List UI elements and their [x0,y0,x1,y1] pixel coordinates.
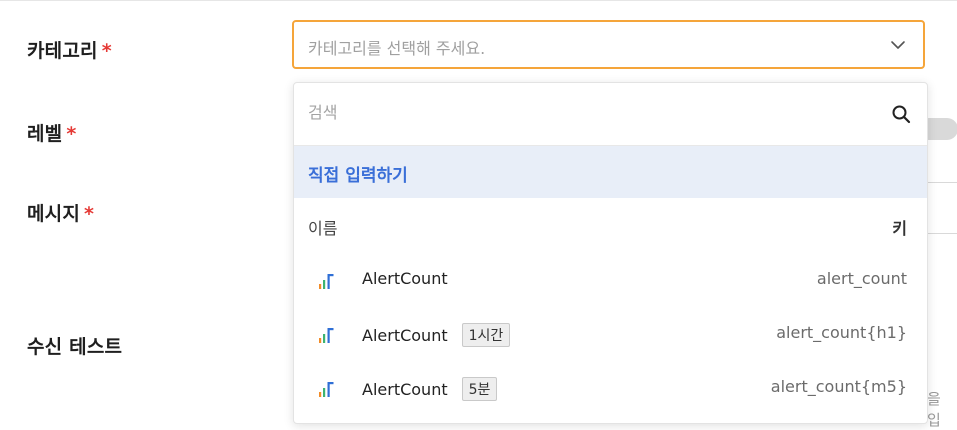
message-label-text: 메시지 [27,203,81,225]
header-name: 이름 [308,219,338,238]
background-partial-text: 을 입 [927,390,941,429]
category-select[interactable]: 카테고리를 선택해 주세요. [292,20,925,69]
list-item[interactable]: AlertCount alert_count [294,254,927,308]
metric-chart-icon [319,382,334,397]
direct-input-option[interactable]: 직접 입력하기 [294,146,927,198]
level-label-text: 레벨 [27,123,63,145]
list-header: 이름 키 [294,198,927,254]
top-divider [0,0,957,1]
chevron-down-icon[interactable] [889,36,907,54]
list-item[interactable]: AlertCount 5분 alert_count{m5} [294,362,927,416]
level-label: 레벨 * [27,119,77,146]
category-label-text: 카테고리 [27,40,98,62]
item-key: alert_count{m5} [770,377,907,396]
message-textarea[interactable] [925,182,957,234]
item-key: alert_count [816,269,907,288]
message-label: 메시지 * [27,199,94,226]
metric-chart-icon [319,328,334,343]
item-name: AlertCount 5분 [362,377,498,401]
item-name: AlertCount 1시간 [362,323,511,347]
item-name-text: AlertCount [362,380,448,399]
category-dropdown: 직접 입력하기 이름 키 AlertCount alert_count Aler… [293,82,928,424]
receive-test-label-text: 수신 테스트 [27,336,123,358]
required-mark: * [84,203,95,225]
receive-test-label: 수신 테스트 [27,332,122,359]
direct-input-label: 직접 입력하기 [308,166,408,186]
category-select-placeholder: 카테고리를 선택해 주세요. [308,39,486,58]
item-name-text: AlertCount [362,326,448,345]
item-tag: 5분 [461,377,498,401]
item-key: alert_count{h1} [776,323,907,342]
list-item[interactable]: AlertCount 1시간 alert_count{h1} [294,308,927,362]
required-mark: * [101,40,112,62]
search-input[interactable] [308,103,868,122]
metric-chart-icon [319,274,334,289]
search-icon[interactable] [891,104,911,124]
required-mark: * [66,123,77,145]
item-name-text: AlertCount [362,269,448,288]
category-label: 카테고리 * [27,36,112,63]
header-key: 키 [892,219,907,238]
item-tag: 1시간 [461,323,511,347]
dropdown-search-row [294,83,927,146]
item-name: AlertCount [362,269,448,288]
